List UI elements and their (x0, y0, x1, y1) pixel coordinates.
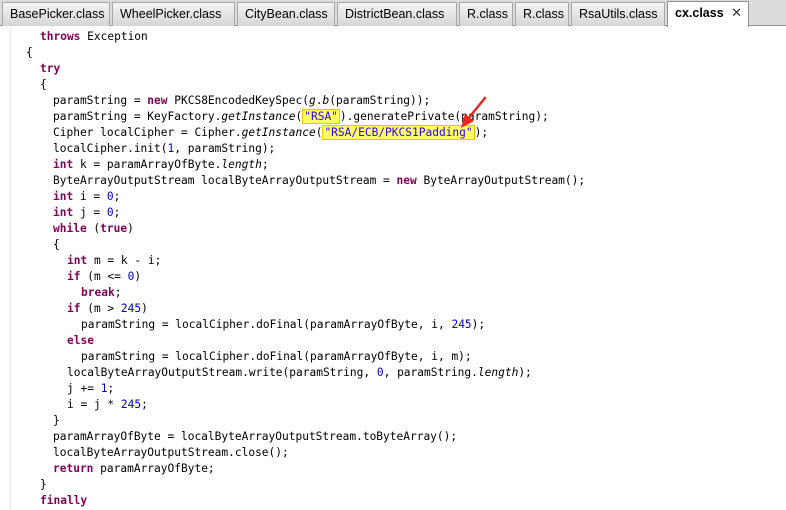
code-line: int j = 0; (53, 206, 121, 219)
code-line: if (m <= 0) (67, 270, 142, 283)
code-line: localByteArrayOutputStream.close(); (53, 446, 289, 459)
code-line: localCipher.init(1, paramString); (53, 142, 276, 155)
code-line: paramArrayOfByte = localByteArrayOutputS… (53, 430, 458, 443)
tab-label: CityBean.class (245, 7, 328, 21)
tab-r-class-2[interactable]: R.class (515, 2, 569, 26)
red-arrow-annotation-icon (461, 96, 487, 128)
code-line: { (53, 238, 60, 251)
code-line: localByteArrayOutputStream.write(paramSt… (67, 366, 532, 379)
code-line: paramString = localCipher.doFinal(paramA… (81, 318, 486, 331)
code-editor[interactable]: throws Exception { try { paramString = n… (0, 26, 786, 510)
highlighted-string-rsa: "RSA" (302, 109, 340, 124)
code-line: i = j * 245; (67, 398, 148, 411)
code-line: ByteArrayOutputStream localByteArrayOutp… (53, 174, 586, 187)
code-line: paramString = new PKCS8EncodedKeySpec(g.… (53, 94, 431, 107)
tab-citybean[interactable]: CityBean.class (237, 2, 335, 26)
code-line: if (m > 245) (67, 302, 148, 315)
code-line: throws Exception (40, 30, 148, 43)
editor-tab-bar: BasePicker.class WheelPicker.class CityB… (0, 0, 786, 27)
code-line: paramString = localCipher.doFinal(paramA… (81, 350, 472, 363)
code-line: return paramArrayOfByte; (53, 462, 215, 475)
code-line: { (40, 78, 47, 91)
code-line: break; (81, 286, 122, 299)
tab-wheelpicker[interactable]: WheelPicker.class (112, 2, 235, 26)
code-line: } (53, 414, 60, 427)
code-line: while (true) (53, 222, 134, 235)
editor-gutter (0, 26, 11, 510)
tab-basepicker[interactable]: BasePicker.class (2, 2, 110, 26)
tab-r-class-1[interactable]: R.class (459, 2, 513, 26)
tab-label: R.class (523, 7, 564, 21)
code-line: } (40, 478, 47, 491)
tab-label: DistrictBean.class (345, 7, 445, 21)
code-line: int m = k - i; (67, 254, 162, 267)
highlighted-string-transformation: "RSA/ECB/PKCS1Padding" (322, 125, 475, 140)
close-icon[interactable]: ✕ (731, 2, 742, 24)
tab-cx-class[interactable]: cx.class ✕ (667, 1, 749, 27)
code-line: try (40, 62, 61, 75)
tab-districtbean[interactable]: DistrictBean.class (337, 2, 457, 26)
code-line: else (67, 334, 94, 347)
tab-rsautils[interactable]: RsaUtils.class (571, 2, 665, 26)
tab-label: R.class (467, 7, 508, 21)
tab-label: RsaUtils.class (579, 7, 658, 21)
code-line: { (26, 46, 33, 59)
code-line: j += 1; (67, 382, 115, 395)
tab-label: WheelPicker.class (120, 7, 222, 21)
code-line: finally (40, 494, 88, 507)
tab-label: BasePicker.class (10, 7, 105, 21)
code-line: int i = 0; (53, 190, 121, 203)
code-line: int k = paramArrayOfByte.length; (53, 158, 269, 171)
tab-label: cx.class (675, 6, 724, 20)
code-line: Cipher localCipher = Cipher.getInstance(… (53, 125, 489, 140)
